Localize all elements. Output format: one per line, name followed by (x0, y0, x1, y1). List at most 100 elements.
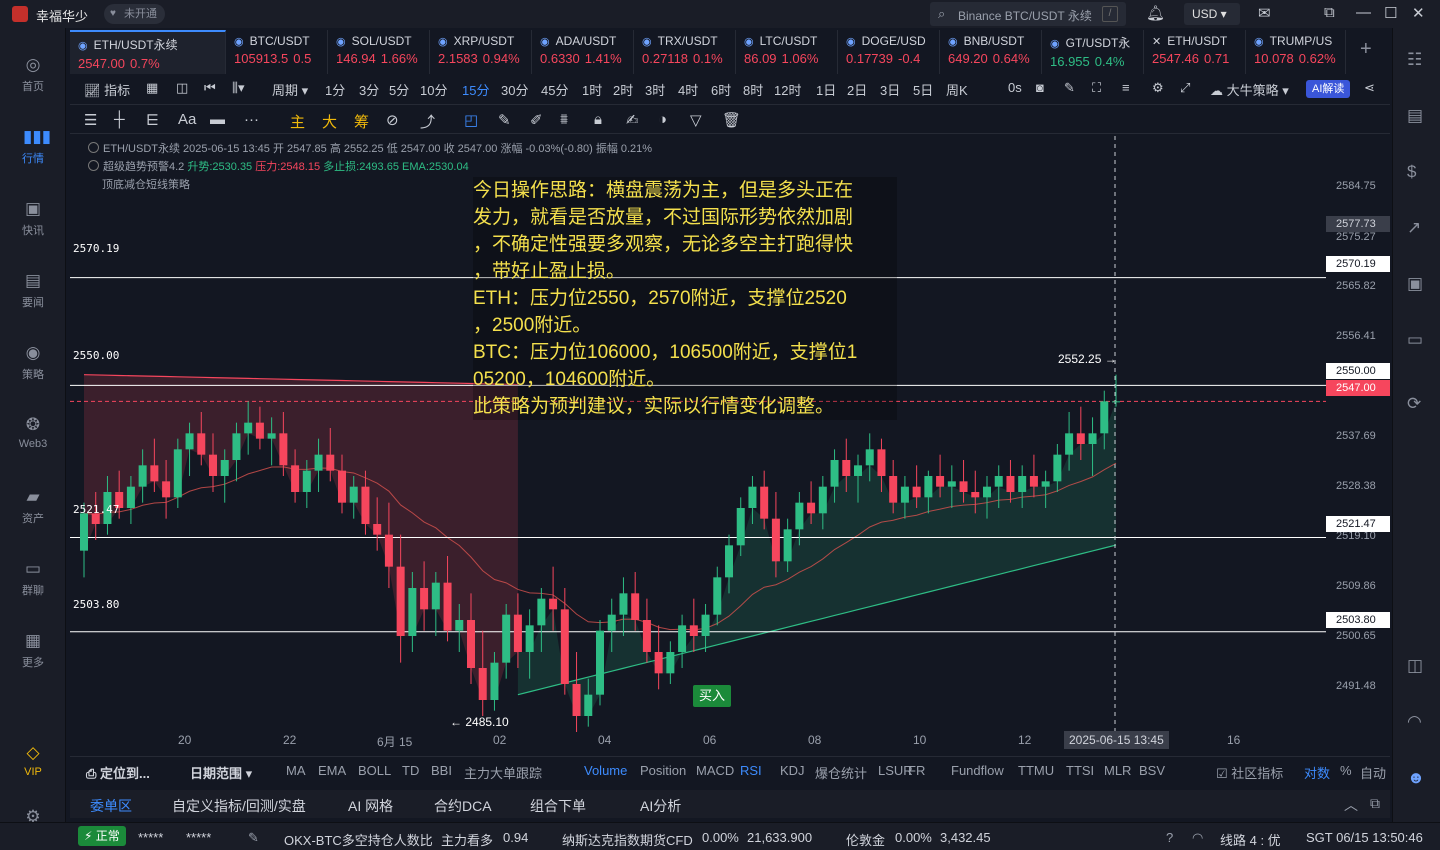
document-icon[interactable]: ▤ (1407, 106, 1423, 126)
log-scale-toggle[interactable]: 对数 (1304, 763, 1330, 782)
sync-icon[interactable]: ⟳ (1407, 394, 1421, 414)
indicator-option[interactable]: MA (286, 763, 306, 778)
currency-select[interactable]: USD ▾ (1184, 3, 1240, 25)
lock-icon[interactable]: 🔒︎ (594, 111, 602, 128)
sidebar-item-assets[interactable]: ▰ 资产 (0, 488, 66, 526)
seconds-button[interactable]: 0s (1008, 80, 1022, 95)
multi-line-icon[interactable]: ⋿ (146, 111, 159, 129)
replay-icon[interactable]: ⏮ (204, 80, 216, 96)
vip-badge[interactable]: 未开通 (104, 4, 165, 24)
share-icon[interactable]: ⋖ (1364, 80, 1375, 96)
headset-icon[interactable]: ◠ (1407, 712, 1422, 732)
add-tab-icon[interactable]: + (1360, 38, 1372, 61)
trash-icon[interactable]: 🗑︎ (722, 111, 741, 129)
indicator-option[interactable]: RSI (740, 763, 762, 778)
period-option[interactable]: 8时 (743, 80, 763, 99)
menu-icon[interactable]: ☰ (84, 111, 97, 129)
indicator-option[interactable]: TTMU (1018, 763, 1054, 778)
period-option[interactable]: 1时 (582, 80, 602, 99)
indicator-option[interactable]: MACD (696, 763, 734, 778)
panel-tab[interactable]: AI分析 (640, 796, 681, 816)
visibility-icon[interactable] (88, 160, 99, 171)
sidebar-item-headlines[interactable]: ▤ 要闻 (0, 272, 66, 310)
indicator-button[interactable]: 📈︎ 指标 (84, 80, 130, 99)
horizontal-line-icon[interactable]: ┼ (114, 111, 125, 128)
sidebar-item-flash[interactable]: ▣ 快讯 (0, 200, 66, 238)
ticker-tab[interactable]: SOL/USDT 146.94 1.66% (328, 30, 430, 74)
expand-icon[interactable]: ⤢ (1180, 80, 1190, 96)
indicator-option[interactable]: Volume (584, 763, 627, 778)
period-option[interactable]: 2时 (613, 80, 633, 99)
dollar-icon[interactable]: $ (1407, 162, 1416, 182)
period-option[interactable]: 10分 (420, 80, 447, 99)
percent-scale-toggle[interactable]: % (1340, 763, 1352, 778)
indicator-option[interactable]: BBI (431, 763, 452, 778)
edit-icon[interactable]: ✎ (248, 830, 259, 846)
ticker-tab[interactable]: ETH/USDT永续 2547.00 0.7% (70, 30, 226, 74)
period-option[interactable]: 12时 (774, 80, 801, 99)
indicator-option[interactable]: FR (908, 763, 925, 778)
community-indicator-button[interactable]: ☑ 社区指标 (1216, 763, 1283, 782)
ticker-tab[interactable]: TRX/USDT 0.27118 0.1% (634, 30, 736, 74)
pencil-icon[interactable]: ✎ (498, 111, 511, 129)
panel-tab[interactable]: 合约DCA (434, 796, 492, 816)
period-option[interactable]: 3分 (359, 80, 379, 99)
indicator-option[interactable]: BSV (1139, 763, 1165, 778)
ticker-tab[interactable]: LTC/USDT 86.09 1.06% (736, 30, 838, 74)
fullscreen-icon[interactable]: ⛶ (1092, 80, 1101, 96)
collapse-icon[interactable]: ︿ (1344, 795, 1358, 815)
layout-icon[interactable]: ◫ (176, 80, 188, 96)
period-option[interactable]: 5日 (913, 80, 933, 99)
gear-icon[interactable]: ⚙ (1152, 80, 1164, 96)
period-select[interactable]: 周期 ▾ (272, 80, 308, 99)
brush-tool-icon[interactable]: ✐ (530, 111, 543, 129)
ticker-tab[interactable]: GT/USDT永 16.955 0.4% (1042, 30, 1144, 74)
auto-scale-toggle[interactable]: 自动 (1360, 763, 1386, 782)
watchlist-icon[interactable]: ☷ (1407, 50, 1422, 70)
candle-type-icon[interactable]: ⫼▾ (232, 80, 245, 96)
sidebar-item-more[interactable]: ▦ 更多 (0, 632, 66, 670)
edit-icon[interactable]: ✍ (626, 111, 639, 129)
panel-tab[interactable]: AI 网格 (348, 796, 393, 816)
brush-icon[interactable]: ⤴ (420, 111, 435, 132)
bell-icon[interactable]: 🔔︎ (1146, 4, 1165, 22)
minimize-icon[interactable]: — (1356, 4, 1371, 21)
filter-icon[interactable]: ▽ (690, 111, 702, 129)
pen-icon[interactable]: ✎ (1064, 80, 1075, 96)
ruler-icon[interactable]: ▬ (210, 111, 225, 128)
ticker-tab[interactable]: ETH/USDT 2547.46 0.71 (1144, 30, 1246, 74)
sidebar-item-vip[interactable]: ◇ VIP (0, 744, 66, 779)
period-option[interactable]: 3日 (880, 80, 900, 99)
date-range-select[interactable]: 日期范围 ▾ (190, 763, 252, 782)
list-icon[interactable]: ≡ (1122, 80, 1130, 95)
panel-tab[interactable]: 自定义指标/回测/实盘 (172, 796, 306, 816)
indicator-option[interactable]: Position (640, 763, 686, 778)
calendar-icon[interactable]: ▦ (146, 80, 158, 96)
popout-icon[interactable]: ⧉ (1370, 795, 1380, 812)
ticker-tab[interactable]: BNB/USDT 649.20 0.64% (940, 30, 1042, 74)
period-option[interactable]: 2日 (847, 80, 867, 99)
ticker-tab[interactable]: DOGE/USD 0.17739 -0.4 (838, 30, 940, 74)
indicator-option[interactable]: EMA (318, 763, 346, 778)
sidebar-item-strategy[interactable]: ◉ 策略 (0, 344, 66, 382)
robot-icon[interactable]: ☻ (1407, 768, 1425, 788)
visibility-icon[interactable] (88, 142, 99, 153)
more-icon[interactable]: ··· (244, 111, 259, 128)
monitor-icon[interactable]: ▣ (1407, 274, 1423, 294)
sidebar-item-market[interactable]: ▮▮▮ 行情 (0, 128, 66, 166)
ai-interpret-button[interactable]: AI解读 (1306, 80, 1351, 98)
sidebar-item-chat[interactable]: ▭ 群聊 (0, 560, 66, 598)
period-option[interactable]: 6时 (711, 80, 731, 99)
chip-button[interactable]: 筹 (354, 111, 369, 132)
panel-tab[interactable]: 组合下单 (530, 796, 586, 816)
close-icon[interactable]: ✕ (1412, 4, 1425, 22)
search-box[interactable]: ⌕ Binance BTC/USDT 永续 / (930, 2, 1126, 26)
indicator-option[interactable]: 主力大单跟踪 (464, 763, 542, 782)
maximize-icon[interactable]: ☐ (1384, 4, 1397, 22)
period-option[interactable]: 1日 (816, 80, 836, 99)
ticker-tab[interactable]: BTC/USDT 105913.5 0.5 (226, 30, 328, 74)
help-icon[interactable]: ? (1166, 830, 1173, 845)
period-option[interactable]: 周K (946, 80, 968, 99)
text-tool[interactable]: Aa (178, 111, 196, 128)
indicator-option[interactable]: Fundflow (951, 763, 1004, 778)
